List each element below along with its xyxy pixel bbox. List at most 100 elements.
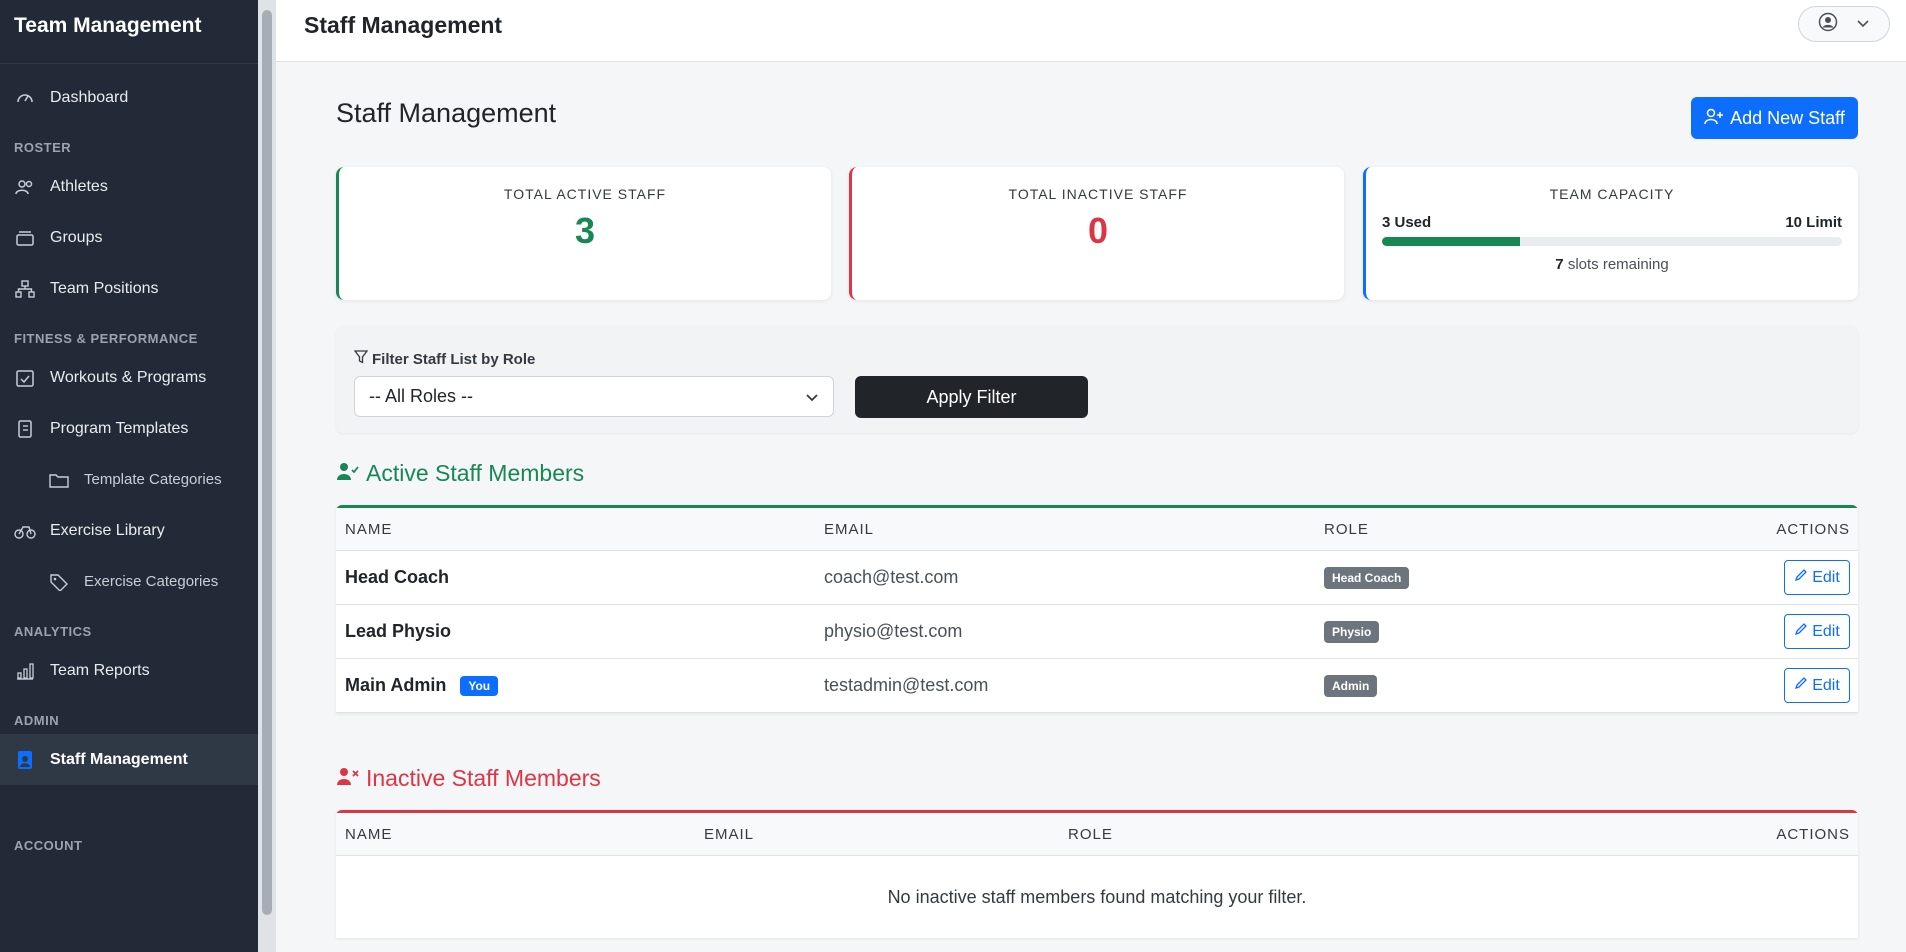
sidebar-item-athletes[interactable]: Athletes: [0, 161, 258, 212]
active-section-title: Active Staff Members: [366, 460, 585, 486]
inactive-section-heading: Inactive Staff Members: [336, 765, 601, 792]
filter-panel: Filter Staff List by Role -- All Roles -…: [336, 326, 1858, 433]
sidebar-item-template-categories[interactable]: Template Categories: [0, 454, 258, 505]
top-navbar: Staff Management: [276, 0, 1906, 62]
column-header-role: ROLE: [1068, 825, 1113, 843]
sidebar-item-team-reports[interactable]: Team Reports: [0, 645, 258, 696]
team-capacity-label: TEAM CAPACITY: [1549, 186, 1675, 202]
calendar-check-icon: [14, 367, 36, 389]
sidebar-item-staff-management[interactable]: Staff Management: [0, 734, 258, 785]
section-fitness: FITNESS & PERFORMANCE: [14, 331, 198, 346]
diagram-icon: [14, 278, 36, 300]
active-staff-value: 3: [574, 210, 596, 251]
sidebar-item-label: Program Templates: [50, 419, 189, 437]
sidebar-item-exercise-categories[interactable]: Exercise Categories: [0, 556, 258, 607]
person-badge-icon: [14, 749, 36, 771]
user-circle-icon: [1818, 12, 1838, 37]
role-filter-select[interactable]: -- All Roles --: [354, 376, 834, 417]
remaining-count: 7: [1555, 256, 1564, 273]
staff-email: testadmin@test.com: [824, 675, 989, 695]
section-analytics: ANALYTICS: [14, 624, 92, 639]
table-row: Head Coach coach@test.com Head Coach Edi…: [336, 551, 1858, 605]
chevron-down-icon: [1856, 15, 1870, 33]
sidebar-item-label: Exercise Categories: [84, 573, 219, 590]
filter-label-row: Filter Staff List by Role: [353, 350, 535, 368]
column-header-email: EMAIL: [704, 825, 755, 843]
role-badge: Admin: [1324, 674, 1378, 697]
sidebar: Team Management Dashboard ROSTER Athlete…: [0, 0, 258, 952]
user-menu-button[interactable]: [1798, 6, 1890, 42]
staff-name: Main Admin: [345, 675, 447, 695]
active-staff-table: NAME EMAIL ROLE ACTIONS Head Coach coach…: [336, 505, 1858, 713]
active-staff-label: TOTAL ACTIVE STAFF: [503, 186, 667, 202]
table-row: Lead Physio physio@test.com Physio Edit: [336, 605, 1858, 659]
chevron-down-icon: [805, 386, 819, 407]
people-icon: [14, 176, 36, 198]
role-badge: Physio: [1324, 620, 1380, 643]
pencil-icon: [1794, 568, 1808, 587]
collection-icon: [14, 227, 36, 249]
sidebar-item-groups[interactable]: Groups: [0, 212, 258, 263]
pencil-icon: [1794, 676, 1808, 695]
sidebar-item-dashboard[interactable]: Dashboard: [0, 72, 258, 123]
bar-chart-icon: [14, 660, 36, 682]
funnel-icon: [353, 350, 369, 368]
edit-button[interactable]: Edit: [1784, 614, 1850, 649]
sidebar-item-label: Staff Management: [50, 750, 188, 768]
sidebar-item-label: Groups: [50, 228, 103, 246]
column-header-actions: ACTIONS: [1776, 520, 1850, 538]
section-roster: ROSTER: [14, 140, 72, 155]
add-new-staff-button[interactable]: Add New Staff: [1691, 97, 1858, 139]
inactive-staff-card: TOTAL INACTIVE STAFF 0: [849, 167, 1344, 300]
sidebar-item-label: Athletes: [50, 177, 108, 195]
tags-icon: [48, 571, 70, 593]
sidebar-item-exercise-library[interactable]: Exercise Library: [0, 505, 258, 556]
bicycle-icon: [14, 520, 36, 542]
column-header-role: ROLE: [1324, 520, 1369, 538]
staff-email: coach@test.com: [824, 567, 959, 587]
role-badge: Head Coach: [1324, 566, 1410, 589]
capacity-limit: 10 Limit: [1785, 214, 1842, 231]
apply-filter-button[interactable]: Apply Filter: [855, 376, 1088, 418]
staff-email: physio@test.com: [824, 621, 963, 641]
sidebar-item-label: Team Reports: [50, 661, 150, 679]
pencil-icon: [1794, 622, 1808, 641]
edit-label: Edit: [1812, 622, 1840, 640]
inactive-staff-table: NAME EMAIL ROLE ACTIONS No inactive staf…: [336, 810, 1858, 938]
sidebar-item-team-positions[interactable]: Team Positions: [0, 263, 258, 314]
journal-icon: [14, 418, 36, 440]
sidebar-item-label: Exercise Library: [50, 521, 165, 539]
add-new-staff-label: Add New Staff: [1730, 107, 1845, 128]
staff-name: Head Coach: [345, 567, 450, 587]
sidebar-scrollbar[interactable]: [258, 0, 276, 952]
capacity-progress-fill: [1382, 237, 1520, 246]
page-title: Staff Management: [336, 98, 557, 128]
sidebar-item-program-templates[interactable]: Program Templates: [0, 403, 258, 454]
table-header-row: NAME EMAIL ROLE ACTIONS: [336, 508, 1858, 551]
scrollbar-thumb[interactable]: [262, 10, 272, 915]
edit-button[interactable]: Edit: [1784, 560, 1850, 595]
folder-icon: [48, 469, 70, 491]
capacity-remaining: 7 slots remaining: [1366, 256, 1858, 273]
edit-button[interactable]: Edit: [1784, 668, 1850, 703]
you-badge: You: [460, 675, 499, 696]
table-header-row: NAME EMAIL ROLE ACTIONS: [336, 813, 1858, 856]
table-row: Main Admin You testadmin@test.com Admin E…: [336, 659, 1858, 713]
person-check-icon: [336, 460, 360, 487]
capacity-used: 3 Used: [1382, 214, 1432, 231]
brand-title: Team Management: [0, 0, 258, 64]
person-x-icon: [336, 765, 360, 792]
section-account: ACCOUNT: [14, 838, 83, 853]
empty-state-message: No inactive staff members found matching…: [887, 886, 1307, 907]
active-staff-card: TOTAL ACTIVE STAFF 3: [336, 167, 831, 300]
section-admin: ADMIN: [14, 713, 60, 728]
column-header-actions: ACTIONS: [1776, 825, 1850, 843]
person-plus-icon: [1704, 107, 1724, 130]
capacity-progress-bar: [1382, 237, 1842, 246]
active-section-heading: Active Staff Members: [336, 460, 584, 487]
edit-label: Edit: [1812, 676, 1840, 694]
sidebar-item-workouts[interactable]: Workouts & Programs: [0, 352, 258, 403]
sidebar-item-label: Dashboard: [50, 88, 129, 106]
team-capacity-card: TEAM CAPACITY 3 Used 10 Limit 7 slots re…: [1363, 167, 1858, 300]
staff-name: Lead Physio: [345, 621, 452, 641]
